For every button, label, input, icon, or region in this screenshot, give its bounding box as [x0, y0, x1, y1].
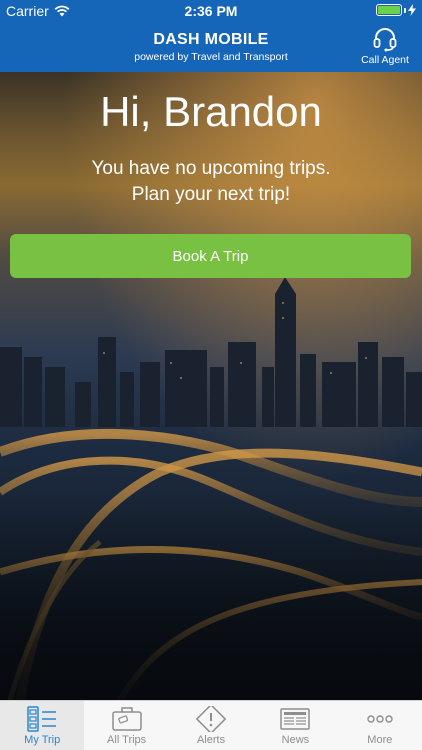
- tab-label: My Trip: [24, 734, 61, 746]
- tab-label: All Trips: [107, 734, 147, 746]
- message-line-1: You have no upcoming trips.: [91, 158, 331, 179]
- alert-icon: [196, 706, 227, 732]
- suitcase-icon: [111, 707, 142, 731]
- hero-section: Hi, Brandon You have no upcoming trips. …: [0, 72, 422, 700]
- tab-alerts[interactable]: Alerts: [169, 701, 253, 750]
- charging-icon: [408, 4, 416, 16]
- message-line-2: Plan your next trip!: [131, 184, 291, 205]
- status-time: 2:36 PM: [184, 3, 238, 19]
- tab-bar: My Trip All Trips Alerts News More: [0, 700, 422, 750]
- book-trip-button[interactable]: Book A Trip: [10, 234, 411, 278]
- status-bar: Carrier 2:36 PM: [0, 0, 422, 22]
- no-trips-message: You have no upcoming trips. Plan your ne…: [0, 156, 422, 208]
- battery-icon: [376, 4, 402, 16]
- newspaper-icon: [280, 708, 311, 730]
- tab-label: More: [367, 734, 393, 746]
- headset-icon: [373, 28, 397, 52]
- more-dots-icon: [367, 715, 393, 723]
- tab-label: News: [281, 734, 310, 746]
- tab-all-trips[interactable]: All Trips: [84, 701, 168, 750]
- greeting-heading: Hi, Brandon: [100, 88, 322, 135]
- call-agent-button[interactable]: Call Agent: [358, 26, 412, 68]
- tab-news[interactable]: News: [253, 701, 337, 750]
- tab-label: Alerts: [196, 734, 226, 746]
- tab-my-trip[interactable]: My Trip: [0, 701, 85, 750]
- tab-more[interactable]: More: [338, 701, 422, 750]
- my-trip-icon: [27, 706, 57, 732]
- call-agent-label: Call Agent: [361, 54, 409, 66]
- nav-bar: DASH MOBILE powered by Travel and Transp…: [0, 22, 422, 72]
- status-right: [376, 4, 416, 16]
